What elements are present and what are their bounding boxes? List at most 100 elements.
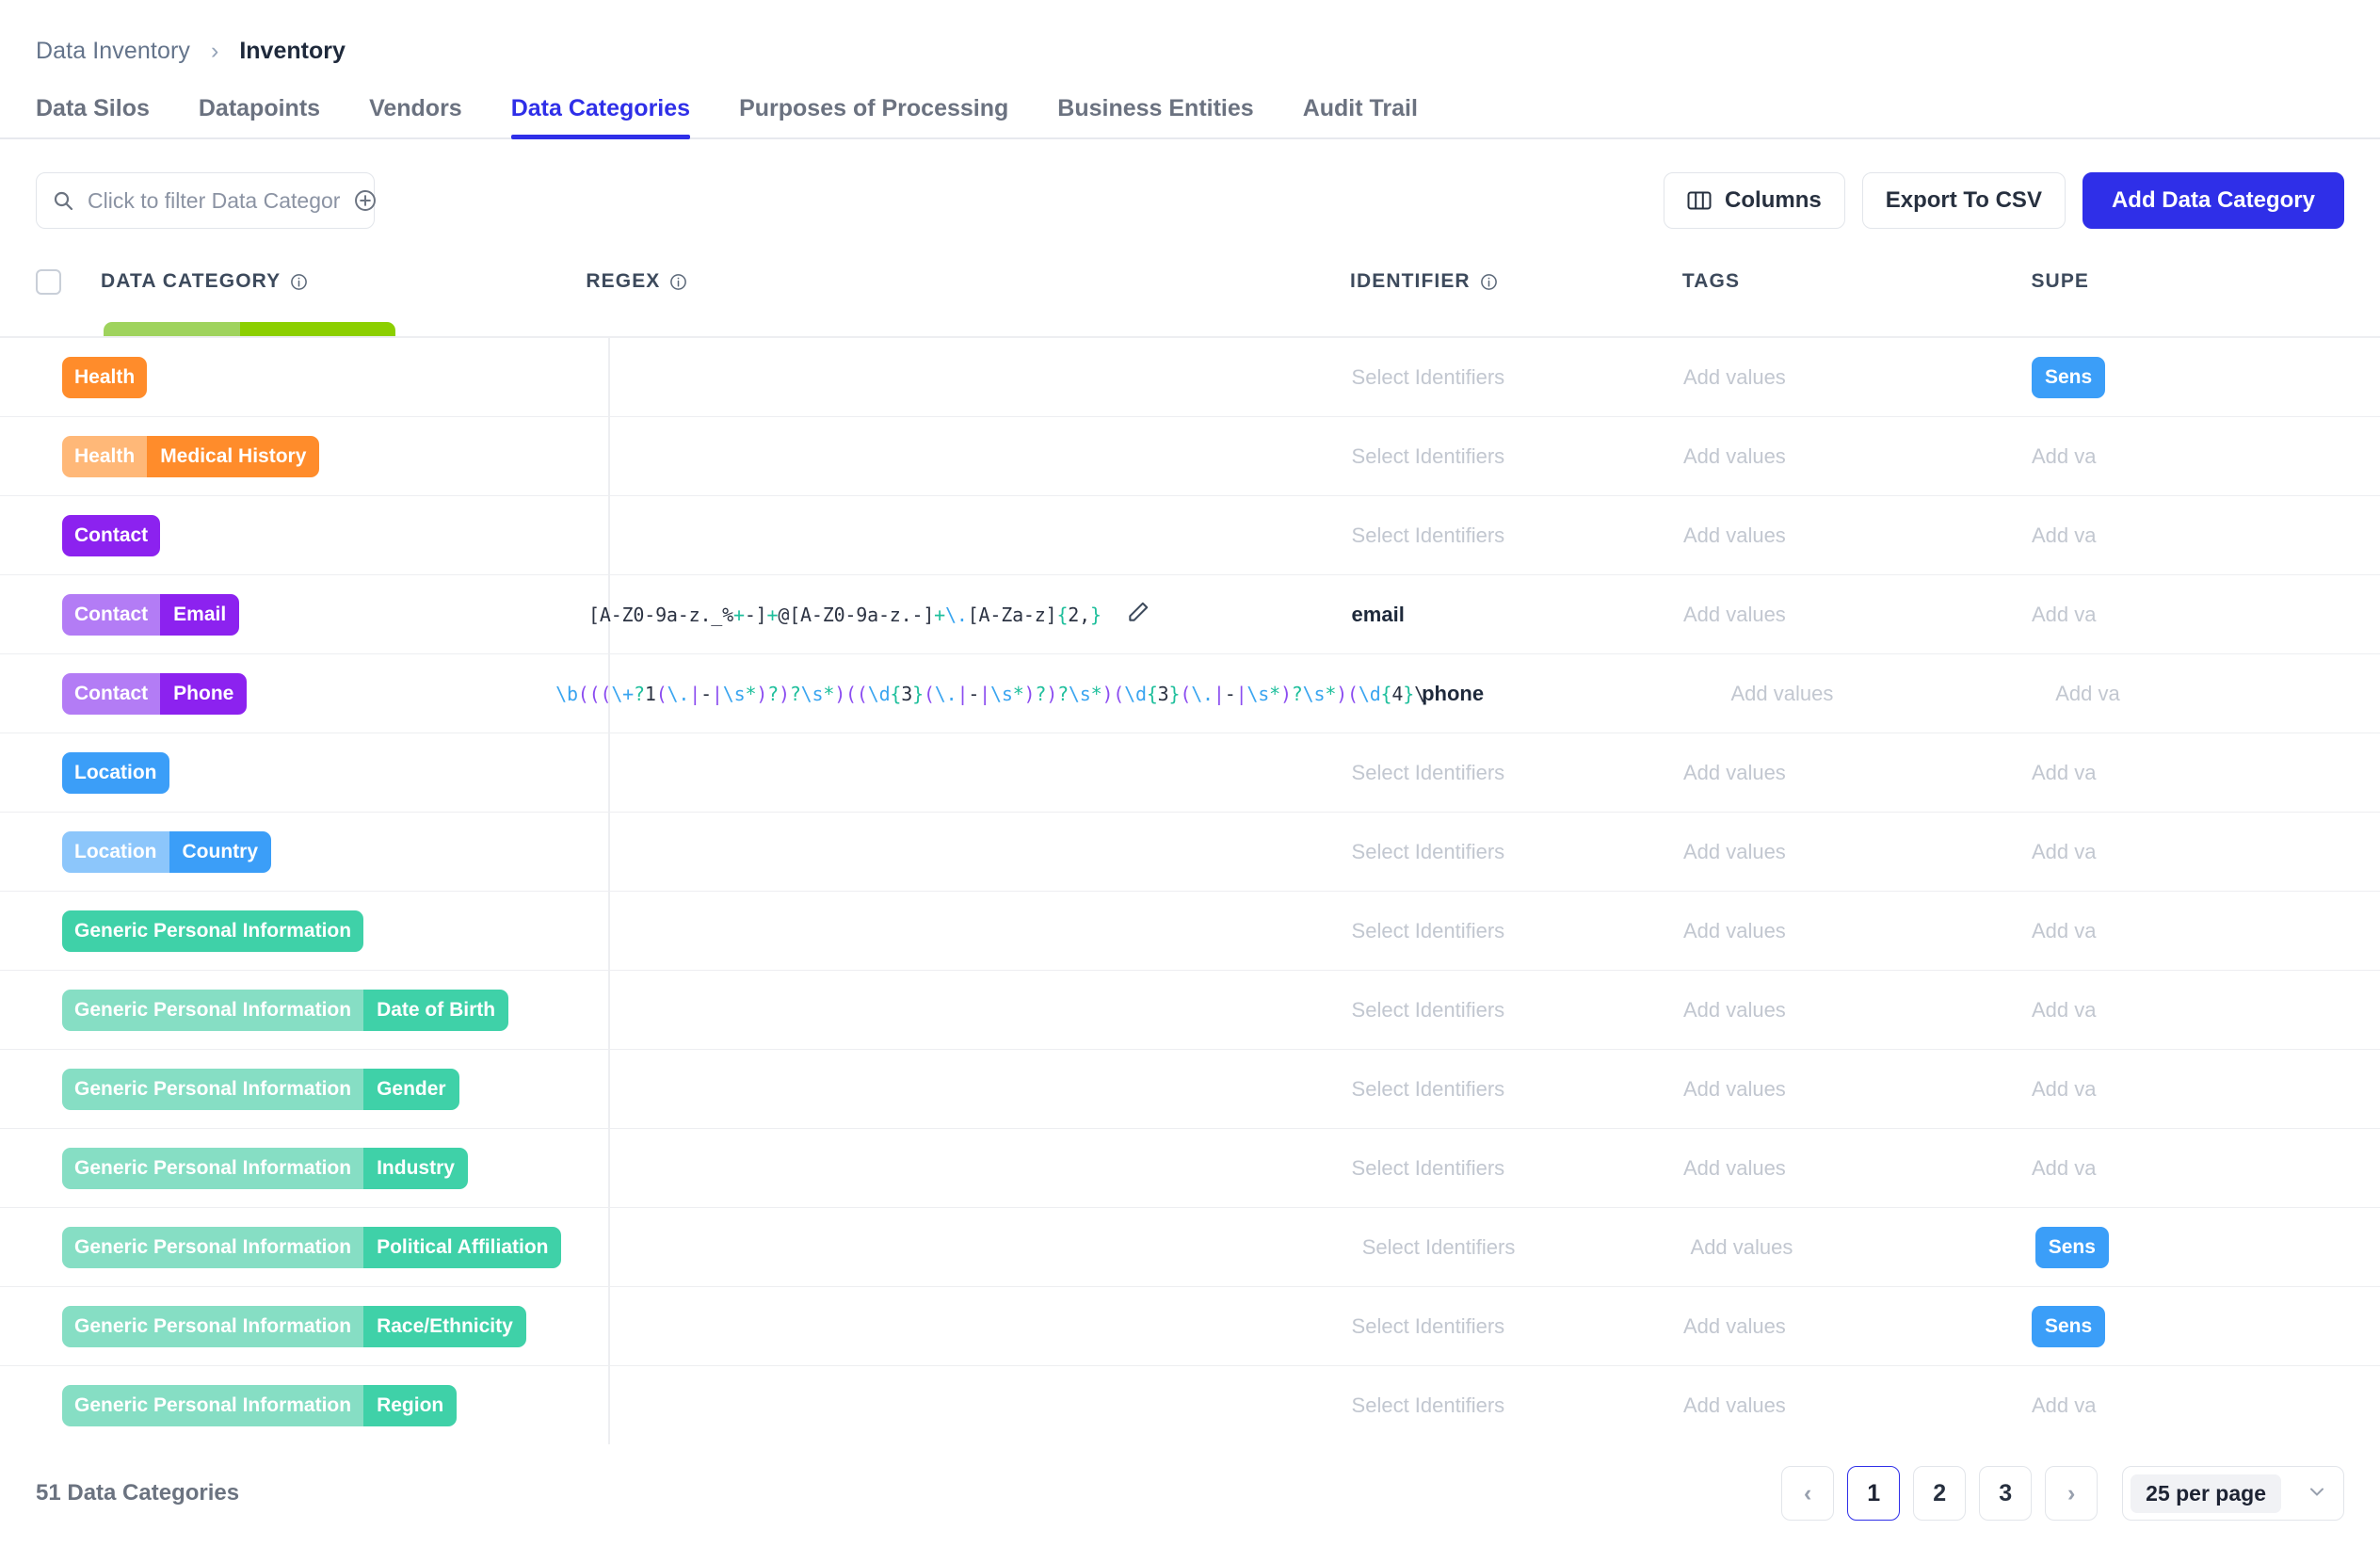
cell-data-category[interactable]: HealthMedical History (36, 417, 543, 495)
pagination-page-1[interactable]: 1 (1847, 1466, 1900, 1521)
cell-super-category[interactable]: Add va (2032, 892, 2380, 970)
category-pill[interactable]: LocationCountry (62, 831, 271, 873)
category-pill[interactable]: Location (62, 752, 169, 794)
cell-super-category[interactable]: Add va (2032, 496, 2380, 574)
cell-identifier[interactable]: Select Identifiers (1352, 417, 1683, 495)
header-regex[interactable]: REGEX (540, 270, 1350, 293)
cell-tags[interactable]: Add values (1683, 575, 2032, 653)
table-row[interactable]: ContactEmail[A-Z0-9a-z._%+-]+@[A-Z0-9a-z… (0, 574, 2380, 653)
cell-identifier[interactable]: Select Identifiers (1352, 1050, 1683, 1128)
cell-data-category[interactable]: Generic Personal InformationRegion (36, 1366, 543, 1444)
cell-identifier[interactable]: Select Identifiers (1352, 971, 1683, 1049)
tab-datapoints[interactable]: Datapoints (199, 95, 320, 137)
cell-regex[interactable] (543, 417, 1352, 495)
table-row[interactable]: Generic Personal InformationRegionSelect… (0, 1365, 2380, 1444)
cell-data-category[interactable]: LocationCountry (36, 813, 543, 891)
category-pill[interactable]: Contact (62, 515, 160, 556)
cell-regex[interactable] (543, 733, 1352, 812)
cell-regex[interactable] (543, 1366, 1352, 1444)
category-pill[interactable]: Generic Personal InformationIndustry (62, 1148, 468, 1189)
cell-data-category[interactable]: Generic Personal Information (36, 892, 543, 970)
table-row[interactable]: ContactPhone \b(((\+?1(\.|-|\s*)?)?\s*)((… (0, 653, 2380, 733)
table-row[interactable]: Generic Personal InformationDate of Birt… (0, 970, 2380, 1049)
cell-tags[interactable]: Add values (1683, 1366, 2032, 1444)
per-page-select[interactable]: 25 per page (2122, 1466, 2344, 1521)
cell-data-category[interactable]: Health (36, 338, 543, 416)
category-pill[interactable]: ContactPhone (62, 673, 247, 715)
cell-data-category[interactable]: Generic Personal InformationPolitical Af… (36, 1208, 561, 1286)
table-row[interactable]: Generic Personal Information Select Ident… (0, 891, 2380, 970)
cell-super-category[interactable]: Add va (2032, 813, 2380, 891)
category-pill[interactable]: HealthMedical History (62, 436, 319, 477)
pagination-page-3[interactable]: 3 (1979, 1466, 2032, 1521)
add-data-category-button[interactable]: Add Data Category (2082, 172, 2344, 229)
cell-data-category[interactable]: Generic Personal InformationDate of Birt… (36, 971, 543, 1049)
export-csv-button[interactable]: Export To CSV (1862, 172, 2066, 229)
tab-data-categories[interactable]: Data Categories (511, 95, 690, 137)
tab-purposes-of-processing[interactable]: Purposes of Processing (739, 95, 1008, 137)
table-row[interactable]: LocationCountrySelect IdentifiersAdd val… (0, 812, 2380, 891)
cell-data-category[interactable]: Contact (36, 496, 543, 574)
cell-tags[interactable]: Add values (1691, 1208, 2035, 1286)
cell-tags[interactable]: Add values (1730, 654, 2055, 733)
info-icon[interactable] (669, 273, 687, 291)
cell-identifier[interactable]: Select Identifiers (1352, 733, 1683, 812)
table-row[interactable]: Generic Personal InformationPolitical Af… (0, 1207, 2380, 1286)
tab-vendors[interactable]: Vendors (369, 95, 462, 137)
cell-identifier[interactable]: Select Identifiers (1352, 892, 1683, 970)
cell-super-category[interactable]: Add va (2032, 575, 2380, 653)
select-all-checkbox[interactable] (36, 269, 61, 295)
cell-data-category[interactable]: Generic Personal InformationRace/Ethnici… (36, 1287, 543, 1365)
tab-business-entities[interactable]: Business Entities (1057, 95, 1253, 137)
tab-data-silos[interactable]: Data Silos (36, 95, 150, 137)
cell-identifier[interactable]: Select Identifiers (1362, 1208, 1691, 1286)
cell-tags[interactable]: Add values (1683, 892, 2032, 970)
header-super-category[interactable]: SUPE (2031, 270, 2380, 293)
table-row[interactable]: LocationSelect IdentifiersAdd valuesAdd … (0, 733, 2380, 812)
cell-tags[interactable]: Add values (1683, 417, 2032, 495)
cell-super-category[interactable]: Sens (2032, 338, 2380, 416)
cell-regex[interactable] (543, 338, 1352, 416)
category-pill[interactable]: Generic Personal InformationRegion (62, 1385, 457, 1426)
columns-button[interactable]: Columns (1664, 172, 1845, 229)
cell-tags[interactable]: Add values (1683, 1050, 2032, 1128)
header-identifier[interactable]: IDENTIFIER (1350, 270, 1682, 293)
cell-regex[interactable]: [A-Z0-9a-z._%+-]+@[A-Z0-9a-z.-]+\.[A-Za-… (543, 575, 1352, 653)
cell-regex[interactable] (543, 1050, 1352, 1128)
pagination-prev-button[interactable]: ‹ (1781, 1466, 1834, 1521)
cell-super-category[interactable]: Add va (2032, 1050, 2380, 1128)
pagination-page-2[interactable]: 2 (1913, 1466, 1966, 1521)
cell-data-category[interactable]: ContactPhone (36, 654, 510, 733)
header-tags[interactable]: TAGS (1682, 270, 2032, 293)
cell-identifier[interactable]: phone (1422, 654, 1730, 733)
cell-data-category[interactable]: Location (36, 733, 543, 812)
cell-identifier[interactable]: Select Identifiers (1352, 1287, 1683, 1365)
cell-super-category[interactable]: Add va (2032, 1129, 2380, 1207)
cell-regex[interactable]: \b(((\+?1(\.|-|\s*)?)?\s*)((\d{3}(\.|-|\… (510, 654, 1422, 733)
table-row[interactable]: HealthMedical HistorySelect IdentifiersA… (0, 416, 2380, 495)
cell-regex[interactable] (543, 1129, 1352, 1207)
category-pill[interactable]: Generic Personal InformationGender (62, 1069, 459, 1110)
cell-super-category[interactable]: Add va (2032, 417, 2380, 495)
cell-regex[interactable] (543, 813, 1352, 891)
pagination-next-button[interactable]: › (2045, 1466, 2098, 1521)
table-row[interactable]: Generic Personal InformationRace/Ethnici… (0, 1286, 2380, 1365)
cell-identifier[interactable]: Select Identifiers (1352, 1129, 1683, 1207)
cell-regex[interactable] (543, 892, 1352, 970)
category-pill[interactable]: Generic Personal Information (62, 910, 363, 952)
category-pill[interactable]: Health (62, 357, 147, 398)
search-input[interactable]: Click to filter Data Categor (36, 172, 375, 229)
cell-tags[interactable]: Add values (1683, 338, 2032, 416)
cell-tags[interactable]: Add values (1683, 496, 2032, 574)
cell-tags[interactable]: Add values (1683, 1287, 2032, 1365)
info-icon[interactable] (290, 273, 308, 291)
info-icon[interactable] (1480, 273, 1498, 291)
breadcrumb-parent[interactable]: Data Inventory (36, 38, 190, 65)
header-data-category[interactable]: DATA CATEGORY (36, 269, 540, 295)
cell-tags[interactable]: Add values (1683, 813, 2032, 891)
cell-regex[interactable] (543, 971, 1352, 1049)
add-filter-icon[interactable] (353, 188, 378, 213)
cell-data-category[interactable]: Generic Personal InformationIndustry (36, 1129, 543, 1207)
cell-identifier[interactable]: email (1352, 575, 1683, 653)
cell-tags[interactable]: Add values (1683, 1129, 2032, 1207)
